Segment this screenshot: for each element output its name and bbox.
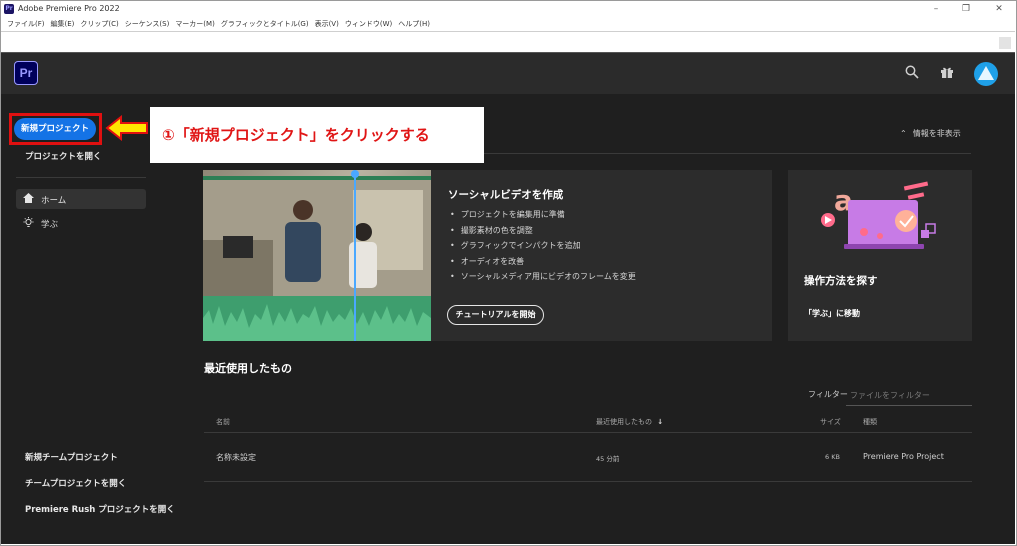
premiere-app-icon: Pr xyxy=(4,4,14,14)
title-bar: Pr Adobe Premiere Pro 2022 – ❐ ✕ xyxy=(1,1,1015,18)
menu-edit[interactable]: 編集(E) xyxy=(51,19,75,29)
playhead-handle xyxy=(351,170,359,178)
open-team-project-link[interactable]: チームプロジェクトを開く xyxy=(25,477,126,489)
sidebar-item-label: ホーム xyxy=(41,196,67,206)
audio-waveform xyxy=(203,296,431,341)
column-header-size[interactable]: サイズ xyxy=(820,417,841,427)
start-tutorial-button[interactable]: チュートリアルを開始 xyxy=(447,305,544,325)
list-item: ソーシャルメディア用にビデオのフレームを変更 xyxy=(450,271,636,287)
menu-bar: ファイル(F) 編集(E) クリップ(C) シーケンス(S) マーカー(M) グ… xyxy=(1,17,1015,31)
hide-info-label: 情報を非表示 xyxy=(912,129,961,138)
column-header-name[interactable]: 名前 xyxy=(216,417,230,427)
row-size: 6 KB xyxy=(825,453,840,461)
feature-card: ソーシャルビデオを作成 プロジェクトを編集用に準備 撮影素材の色を調整 グラフィ… xyxy=(203,170,772,341)
close-icon[interactable]: ✕ xyxy=(992,4,1006,14)
recent-section-title: 最近使用したもの xyxy=(204,362,292,375)
open-project-link[interactable]: プロジェクトを開く xyxy=(25,150,102,162)
search-icon[interactable] xyxy=(905,65,919,83)
table-header-divider xyxy=(204,432,972,433)
header-divider xyxy=(484,153,971,154)
app-header: Pr xyxy=(1,53,1015,94)
feature-bullets: プロジェクトを編集用に準備 撮影素材の色を調整 グラフィックでインパクトを追加 … xyxy=(450,209,636,287)
menu-help[interactable]: ヘルプ(H) xyxy=(398,19,430,29)
window-title: Adobe Premiere Pro 2022 xyxy=(18,4,120,13)
playhead xyxy=(354,170,356,341)
home-screen: Pr 新規プロジェクト ①「新規プロジェクト」をクリックする プロジェクトを開く… xyxy=(1,53,1015,544)
row-recent: 45 分前 xyxy=(596,455,620,463)
avatar[interactable] xyxy=(974,62,998,86)
filter-input[interactable] xyxy=(846,386,972,406)
empty-toolbar xyxy=(1,31,1015,53)
people-illustration xyxy=(203,180,431,296)
list-item: グラフィックでインパクトを追加 xyxy=(450,240,636,256)
row-type: Premiere Pro Project xyxy=(863,452,944,461)
column-header-recent[interactable]: 最近使用したもの ↓ xyxy=(596,417,663,427)
hide-info-toggle[interactable]: ⌃ 情報を非表示 xyxy=(900,128,961,139)
minimize-icon[interactable]: – xyxy=(929,4,943,14)
go-to-learn-link[interactable]: 「学ぶ」に移動 xyxy=(804,308,860,319)
chevron-up-icon: ⌃ xyxy=(900,129,907,138)
menu-sequence[interactable]: シーケンス(S) xyxy=(125,19,170,29)
menu-window[interactable]: ウィンドウ(W) xyxy=(345,19,392,29)
menu-graphics[interactable]: グラフィックとタイトル(G) xyxy=(221,19,309,29)
open-rush-project-link[interactable]: Premiere Rush プロジェクトを開く xyxy=(25,503,175,515)
toolbar-square xyxy=(999,37,1011,49)
maximize-icon[interactable]: ❐ xyxy=(959,4,973,14)
list-item: 撮影素材の色を調整 xyxy=(450,225,636,241)
premiere-logo: Pr xyxy=(14,61,38,85)
home-icon xyxy=(23,193,34,206)
feature-title: ソーシャルビデオを作成 xyxy=(448,189,564,201)
sidebar-item-learn[interactable]: 学ぶ xyxy=(16,213,146,233)
learn-card-title: 操作方法を探す xyxy=(804,275,878,287)
menu-clip[interactable]: クリップ(C) xyxy=(80,19,118,29)
gift-icon[interactable] xyxy=(940,65,954,83)
menu-view[interactable]: 表示(V) xyxy=(315,19,339,29)
menu-marker[interactable]: マーカー(M) xyxy=(175,19,215,29)
sidebar-item-home[interactable]: ホーム xyxy=(16,189,146,209)
table-row-divider xyxy=(204,481,972,482)
lightbulb-icon xyxy=(23,217,34,231)
column-header-type[interactable]: 種類 xyxy=(863,417,877,427)
feature-image xyxy=(203,170,431,341)
highlight-box xyxy=(9,113,102,145)
annotation-callout: ①「新規プロジェクト」をクリックする xyxy=(150,107,484,163)
new-team-project-link[interactable]: 新規チームプロジェクト xyxy=(25,451,118,463)
learn-illustration: a xyxy=(821,181,936,249)
annotation-arrow xyxy=(105,115,148,141)
list-item: プロジェクトを編集用に準備 xyxy=(450,209,636,225)
filter-label: フィルター xyxy=(808,390,848,399)
sort-down-icon: ↓ xyxy=(657,418,664,426)
menu-file[interactable]: ファイル(F) xyxy=(7,19,45,29)
learn-card: a 操作方法を探す 「学ぶ」に移動 xyxy=(788,170,972,341)
row-name: 名称未設定 xyxy=(216,453,256,462)
list-item: オーディオを改善 xyxy=(450,256,636,272)
column-header-recent-label: 最近使用したもの xyxy=(596,418,652,426)
sidebar-item-label: 学ぶ xyxy=(41,220,59,230)
sidebar-divider xyxy=(16,177,146,178)
